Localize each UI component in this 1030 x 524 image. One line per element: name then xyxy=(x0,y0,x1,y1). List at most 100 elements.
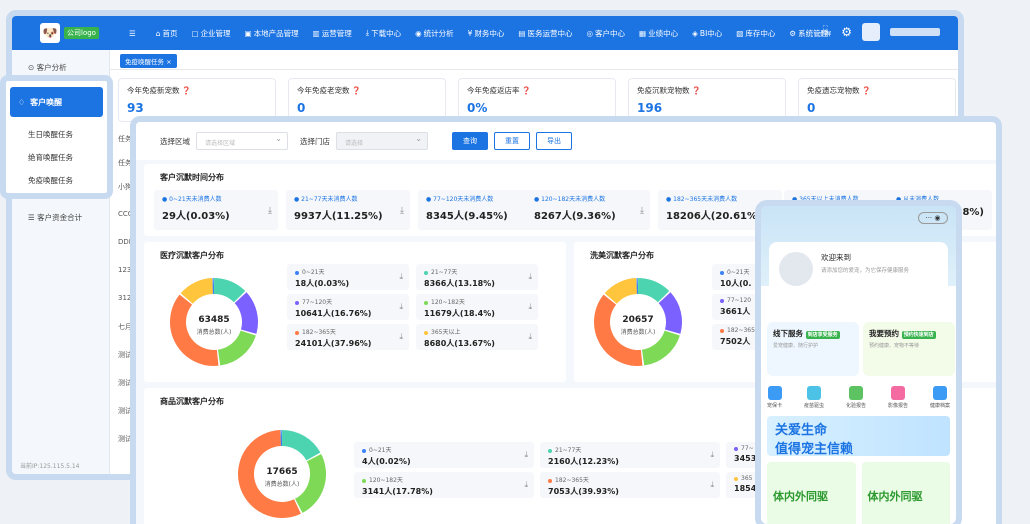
region-select[interactable]: 请选择区域 xyxy=(196,132,288,150)
stat-label-text: 免疫沉默宠物数 xyxy=(637,86,690,95)
legend-value: 18人(0.03%) xyxy=(295,279,350,288)
menu-icon[interactable]: ☰ xyxy=(129,29,136,38)
shortcut-lab[interactable]: 化验报告 xyxy=(846,386,866,409)
promo-banner[interactable]: 关爱生命 值得宠主信赖 xyxy=(767,416,950,457)
gear-icon[interactable]: ⚙ xyxy=(841,25,852,39)
stat-label: 今年免疫返店率 ❓ xyxy=(467,85,607,96)
legend-label-text: 77~120 xyxy=(727,297,752,304)
offline-service-card[interactable]: 线下服务 到店享受服务 爱宠健康、随行护护 xyxy=(767,322,859,376)
ip-label: 当前IP:125.115.5.14 xyxy=(20,463,80,470)
promo-card-title: 体内外同驱 xyxy=(773,490,828,503)
info-icon: ❓ xyxy=(861,86,872,95)
sidebar-popout: ♢ 客户唤醒 生日唤醒任务 绝育唤醒任务 免疫唤醒任务 xyxy=(0,75,113,199)
download-icon[interactable]: ⤓ xyxy=(268,206,272,216)
download-icon[interactable]: ⤓ xyxy=(528,272,532,282)
top-nav: 🐶 公司logo ☰ ⌂ 首页 ▢ 企业管理 ▣ 本地产品管理 ▥ 运营管理 ⤓… xyxy=(12,16,958,50)
download-icon[interactable]: ⤓ xyxy=(524,480,528,490)
banner-line1: 关爱生命 xyxy=(775,423,828,438)
promo-card[interactable]: 体内外同驱 xyxy=(861,462,950,524)
greeting-sub: 请添加您的爱宠，为它保存健康服务 xyxy=(821,268,910,274)
info-icon: ❓ xyxy=(691,86,702,95)
legend-value: 24101人(37.96%) xyxy=(295,339,372,348)
download-icon[interactable]: ⤓ xyxy=(710,450,714,460)
stat-label-text: 免疫遗忘宠物数 xyxy=(807,86,860,95)
legend-label-text: 77~ xyxy=(741,445,754,452)
card-value: 29人(0.03%) xyxy=(162,211,230,222)
sidebar-item-immune[interactable]: 免疫唤醒任务 xyxy=(6,163,107,186)
nav-label: 统计分析 xyxy=(423,28,454,38)
sidebar-item-customer-wake[interactable]: ♢ 客户唤醒 xyxy=(10,87,103,117)
nav-bi[interactable]: ◈ BI中心 xyxy=(692,28,722,39)
greeting-title: 欢迎来到 xyxy=(821,253,851,262)
sidebar-item-funds[interactable]: ☰ 客户资金合计 xyxy=(12,200,82,223)
download-icon[interactable]: ⤓ xyxy=(399,272,403,282)
query-button[interactable]: 查询 xyxy=(452,132,488,150)
stat-value: 0% xyxy=(467,101,488,115)
shortcut-pet-card[interactable]: 宠保卡 xyxy=(767,386,782,409)
imaging-icon xyxy=(890,386,905,400)
download-icon[interactable]: ⤓ xyxy=(528,302,532,312)
legend-label-text: 0~21天 xyxy=(302,269,325,276)
sidebar-item-birthday[interactable]: 生日唤醒任务 xyxy=(6,117,107,140)
greeting-card: 欢迎来到 请添加您的爱宠，为它保存健康服务 xyxy=(769,242,948,304)
legend-label: 0~21天 xyxy=(295,267,401,276)
shortcut-label: 影像报告 xyxy=(887,403,908,409)
nav-home[interactable]: ⌂ 首页 xyxy=(156,28,178,39)
info-icon: ❓ xyxy=(181,86,192,95)
tab-immune-task[interactable]: 免疫唤醒任务 × xyxy=(120,54,177,68)
download-icon[interactable]: ⤓ xyxy=(528,332,532,342)
nav-label: 企业管理 xyxy=(200,28,231,38)
nav-performance[interactable]: ▦ 业绩中心 xyxy=(639,28,678,39)
nav-operations[interactable]: ▥ 运营管理 xyxy=(313,28,352,39)
download-icon[interactable]: ⤓ xyxy=(400,206,404,216)
reset-button[interactable]: 重置 xyxy=(494,132,530,150)
card-label: ● 21~77天未消费人数 xyxy=(294,196,358,203)
health-icon xyxy=(932,386,947,400)
time-card: ● 0~21天未消费人数 29人(0.03%) ⤓ xyxy=(154,190,278,230)
store-select[interactable]: 请选择 xyxy=(336,132,428,150)
nav-finance[interactable]: ¥ 财务中心 xyxy=(468,28,505,39)
export-button[interactable]: 导出 xyxy=(536,132,572,150)
fullscreen-icon[interactable]: ⛶ 全屏 xyxy=(819,26,831,38)
nav-products[interactable]: ▣ 本地产品管理 xyxy=(245,28,299,39)
sidebar-label: 客户资金合计 xyxy=(37,213,83,222)
shortcut-vaccine[interactable]: 疫苗驱虫 xyxy=(804,386,824,409)
pet-avatar[interactable] xyxy=(779,252,813,286)
download-icon[interactable]: ⤓ xyxy=(399,332,403,342)
booking-card[interactable]: 我要预约 预约快速到店 预约健康、宠物不等待 xyxy=(863,322,955,376)
nav-download[interactable]: ⤓ 下载中心 xyxy=(366,28,401,39)
nav-inventory[interactable]: ▧ 库存中心 xyxy=(736,28,775,39)
download-icon[interactable]: ⤓ xyxy=(399,302,403,312)
svc-title-text: 线下服务 xyxy=(773,329,803,338)
nav-medical[interactable]: ▤ 医务运营中心 xyxy=(518,28,572,39)
download-icon[interactable]: ⤓ xyxy=(710,480,714,490)
shortcut-health[interactable]: 健康档案 xyxy=(930,386,950,409)
card-label-text: 77~120天未消费人数 xyxy=(433,196,494,203)
legend-label: 21~77天 xyxy=(548,445,712,454)
capsule-icon[interactable]: ··· ◉ xyxy=(918,212,948,224)
user-name[interactable] xyxy=(890,28,940,36)
shortcut-imaging[interactable]: 影像报告 xyxy=(888,386,908,409)
legend-item: 0~21天 4人(0.02%) ⤓ xyxy=(354,442,534,468)
legend-dot xyxy=(362,478,366,483)
avatar[interactable] xyxy=(862,23,880,41)
download-icon[interactable]: ⤓ xyxy=(524,450,528,460)
sidebar-item-neuter[interactable]: 绝育唤醒任务 xyxy=(6,140,107,163)
nav-stats[interactable]: ◉ 统计分析 xyxy=(415,28,454,39)
stat-label-text: 今年免疫返店率 xyxy=(467,86,520,95)
legend-label: 21~77天 xyxy=(424,267,530,276)
filter-bar: 选择区域 请选择区域 选择门店 请选择 查询 重置 导出 xyxy=(136,122,996,160)
donut-slice xyxy=(294,454,326,513)
download-icon[interactable]: ⤓ xyxy=(640,206,644,216)
legend-item: 77~120天 10641人(16.76%) ⤓ xyxy=(287,294,409,320)
svc-tag: 到店享受服务 xyxy=(805,331,840,339)
legend-value: 11679人(18.4%) xyxy=(424,309,495,318)
promo-card[interactable]: 体内外同驱 xyxy=(767,462,856,524)
nav-enterprise[interactable]: ▢ 企业管理 xyxy=(191,28,230,39)
medical-donut: 63485 消费总数(人) xyxy=(170,278,258,366)
phone-mockup: ··· ◉ 欢迎来到 请添加您的爱宠，为它保存健康服务 线下服务 到店享受服务 … xyxy=(755,200,962,524)
legend-item: 365天以上 8680人(13.67%) ⤓ xyxy=(416,324,538,350)
sidebar-item-analysis[interactable]: ⊙ 客户分析 xyxy=(12,50,109,73)
bell-icon: ♢ xyxy=(18,97,26,107)
nav-customer[interactable]: ◎ 客户中心 xyxy=(587,28,626,39)
